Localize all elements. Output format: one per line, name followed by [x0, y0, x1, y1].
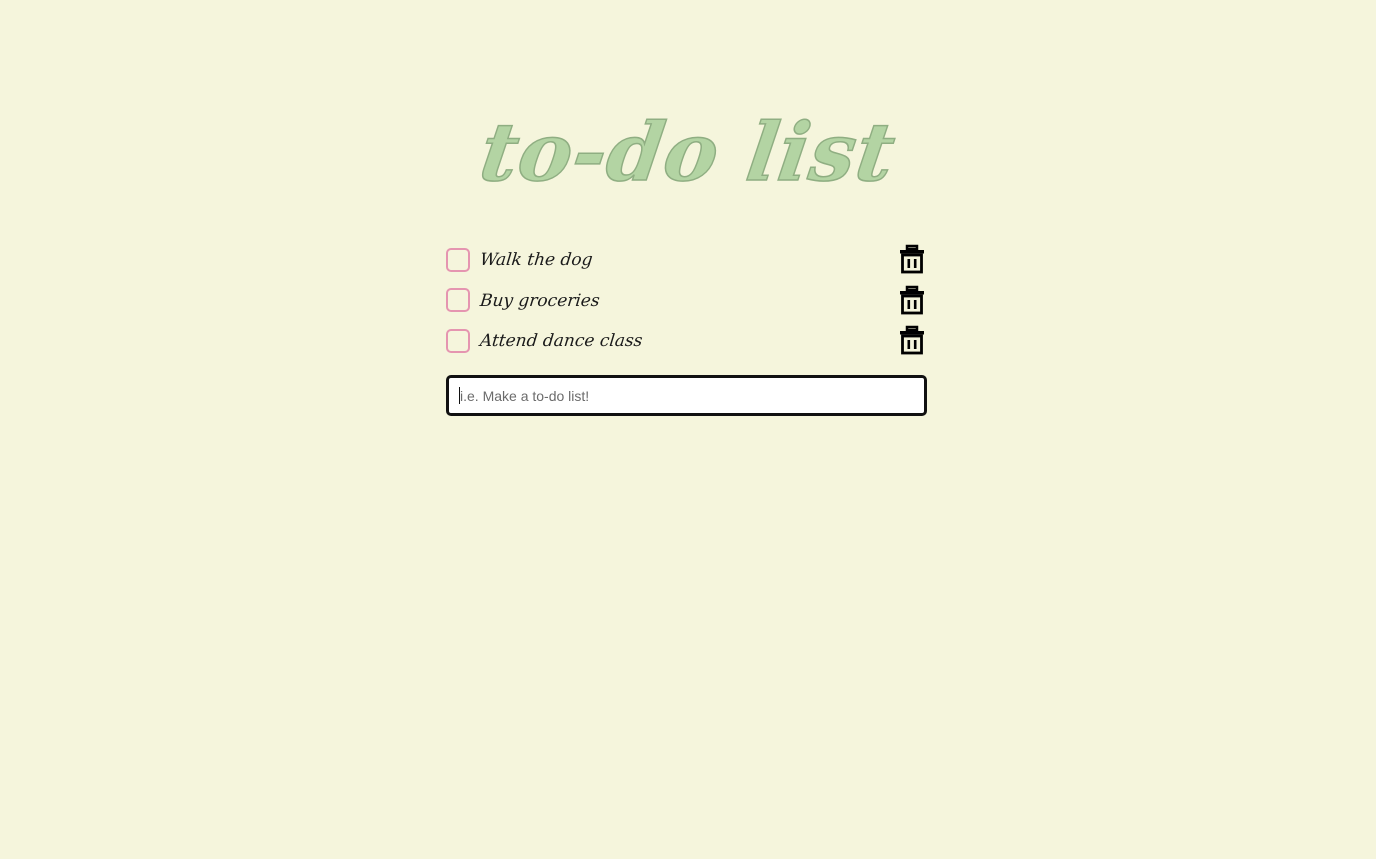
trash-icon[interactable] — [898, 325, 926, 355]
todo-item: Buy groceries — [446, 281, 927, 322]
todo-item: Walk the dog — [446, 240, 927, 281]
todo-item: Attend dance class — [446, 321, 927, 362]
new-todo-input[interactable] — [446, 375, 927, 416]
checkbox-icon[interactable] — [446, 288, 470, 313]
todo-item-label: Buy groceries — [478, 290, 601, 311]
todo-list: Walk the dog Buy groceries Attend dance … — [446, 240, 927, 362]
checkbox-icon[interactable] — [446, 328, 470, 353]
trash-icon[interactable] — [898, 285, 926, 315]
page-title: to-do list — [474, 104, 902, 200]
todo-app: to-do list Walk the dog Buy groceries At… — [0, 0, 1376, 859]
trash-icon[interactable] — [898, 244, 926, 274]
text-caret — [459, 387, 460, 404]
todo-item-label: Walk the dog — [478, 250, 594, 271]
todo-item-label: Attend dance class — [478, 331, 644, 352]
checkbox-icon[interactable] — [446, 247, 470, 272]
new-todo-field — [446, 375, 927, 416]
